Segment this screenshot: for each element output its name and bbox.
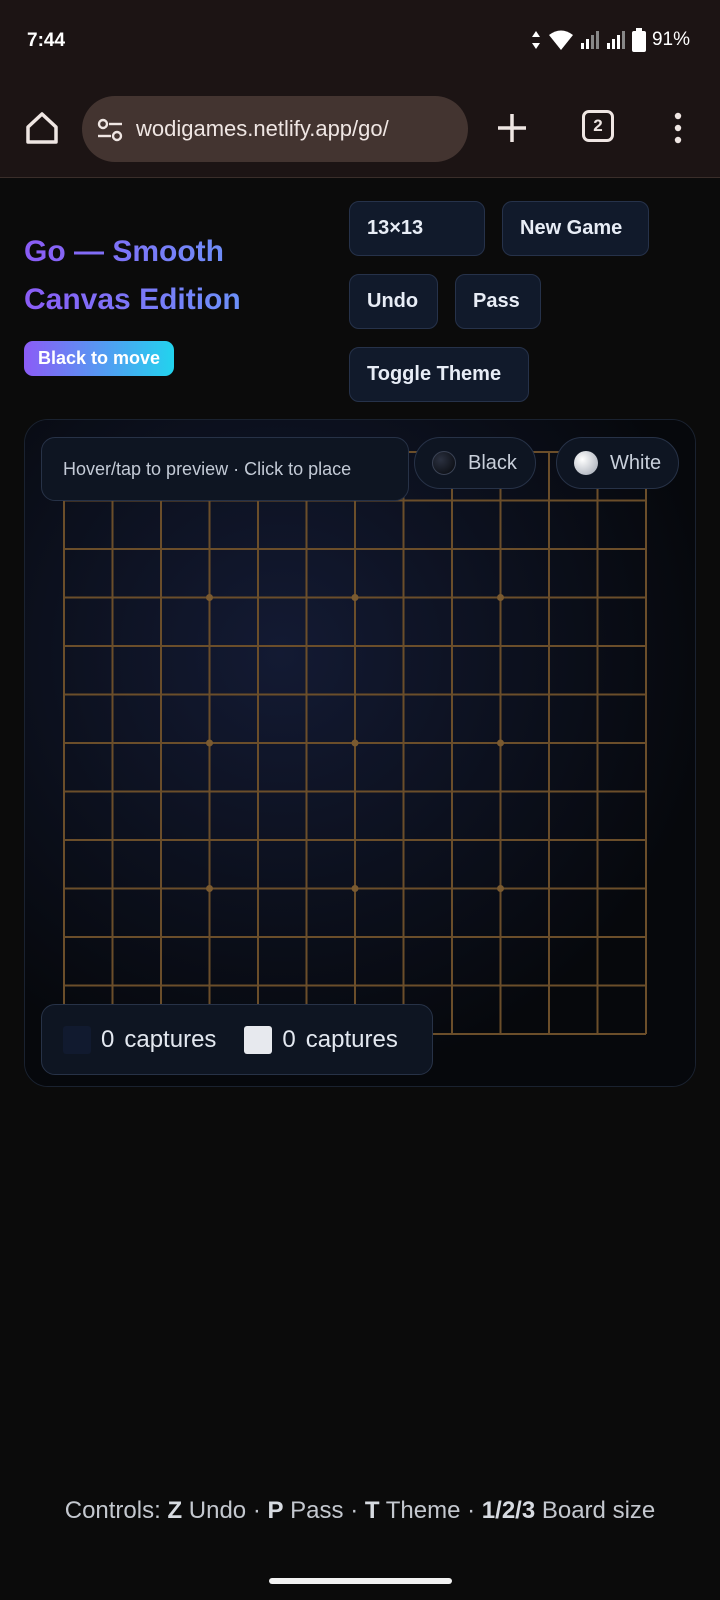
status-icons: 91% bbox=[530, 28, 690, 52]
signal-icon-2 bbox=[606, 31, 625, 49]
more-menu-icon[interactable] bbox=[668, 110, 688, 146]
controls-footer: Controls: Z Undo · P Pass · T Theme · 1/… bbox=[0, 1497, 720, 1525]
tab-switcher-button[interactable]: 2 bbox=[582, 110, 614, 142]
go-board[interactable] bbox=[25, 420, 696, 1087]
url-text: wodigames.netlify.app/go/ bbox=[136, 116, 389, 141]
page-title: Go — Smooth Canvas Edition bbox=[24, 228, 324, 324]
site-settings-icon[interactable] bbox=[96, 116, 124, 144]
pass-key-text: Pass · bbox=[283, 1497, 365, 1524]
white-stone-icon bbox=[574, 451, 598, 475]
board-card bbox=[24, 419, 696, 1087]
player-black-label: Black bbox=[468, 451, 517, 474]
undo-key: Z bbox=[167, 1497, 183, 1524]
undo-button[interactable]: Undo bbox=[349, 274, 438, 329]
captures-panel: 0 captures 0 captures bbox=[41, 1004, 433, 1075]
star-point bbox=[206, 594, 213, 601]
white-capture-count: 0 bbox=[282, 1025, 296, 1053]
status-bar: 7:44 91% bbox=[0, 0, 720, 84]
undo-key-text: Undo · bbox=[182, 1497, 268, 1524]
star-point bbox=[351, 594, 359, 601]
white-swatch bbox=[244, 1025, 273, 1054]
tab-count: 2 bbox=[593, 116, 603, 135]
turn-status-badge: Black to move bbox=[24, 341, 175, 376]
black-capture-label: captures bbox=[124, 1025, 217, 1053]
address-bar[interactable]: wodigames.netlify.app/go/ bbox=[82, 96, 468, 162]
white-capture-label: captures bbox=[305, 1025, 398, 1053]
board-size-button[interactable]: 13×13 bbox=[349, 201, 485, 256]
star-point bbox=[497, 885, 504, 892]
player-black-chip: Black bbox=[414, 437, 536, 489]
theme-key: T bbox=[364, 1497, 380, 1524]
wifi-icon bbox=[548, 30, 573, 50]
footer-prefix: Controls: bbox=[64, 1497, 168, 1524]
star-point bbox=[497, 594, 504, 601]
interaction-hint: Hover/tap to preview · Click to place bbox=[41, 437, 409, 501]
theme-key-text: Theme · bbox=[379, 1497, 482, 1524]
black-capture-count: 0 bbox=[101, 1025, 115, 1053]
toggle-theme-button[interactable]: Toggle Theme bbox=[349, 347, 529, 402]
size-keys-text: Board size bbox=[535, 1497, 656, 1524]
home-icon[interactable] bbox=[22, 108, 62, 148]
battery-level: 91% bbox=[651, 29, 690, 50]
size-keys: 1/2/3 bbox=[481, 1497, 536, 1524]
star-point bbox=[206, 885, 213, 892]
player-white-chip: White bbox=[556, 437, 679, 489]
pass-key: P bbox=[267, 1497, 284, 1524]
gesture-nav-handle[interactable] bbox=[269, 1578, 452, 1584]
star-point bbox=[351, 739, 359, 747]
star-point bbox=[206, 739, 213, 747]
data-arrows-icon bbox=[531, 31, 540, 49]
player-white-label: White bbox=[610, 451, 662, 474]
black-swatch bbox=[63, 1025, 91, 1054]
signal-icon bbox=[580, 31, 599, 49]
pass-button[interactable]: Pass bbox=[455, 274, 541, 329]
black-stone-icon bbox=[432, 451, 456, 475]
new-game-button[interactable]: New Game bbox=[502, 201, 649, 256]
new-tab-icon[interactable] bbox=[494, 110, 530, 146]
status-time: 7:44 bbox=[27, 30, 66, 51]
battery-icon bbox=[631, 28, 646, 52]
browser-toolbar: wodigames.netlify.app/go/ 2 bbox=[0, 84, 720, 178]
star-point bbox=[497, 739, 504, 747]
star-point bbox=[351, 885, 359, 892]
